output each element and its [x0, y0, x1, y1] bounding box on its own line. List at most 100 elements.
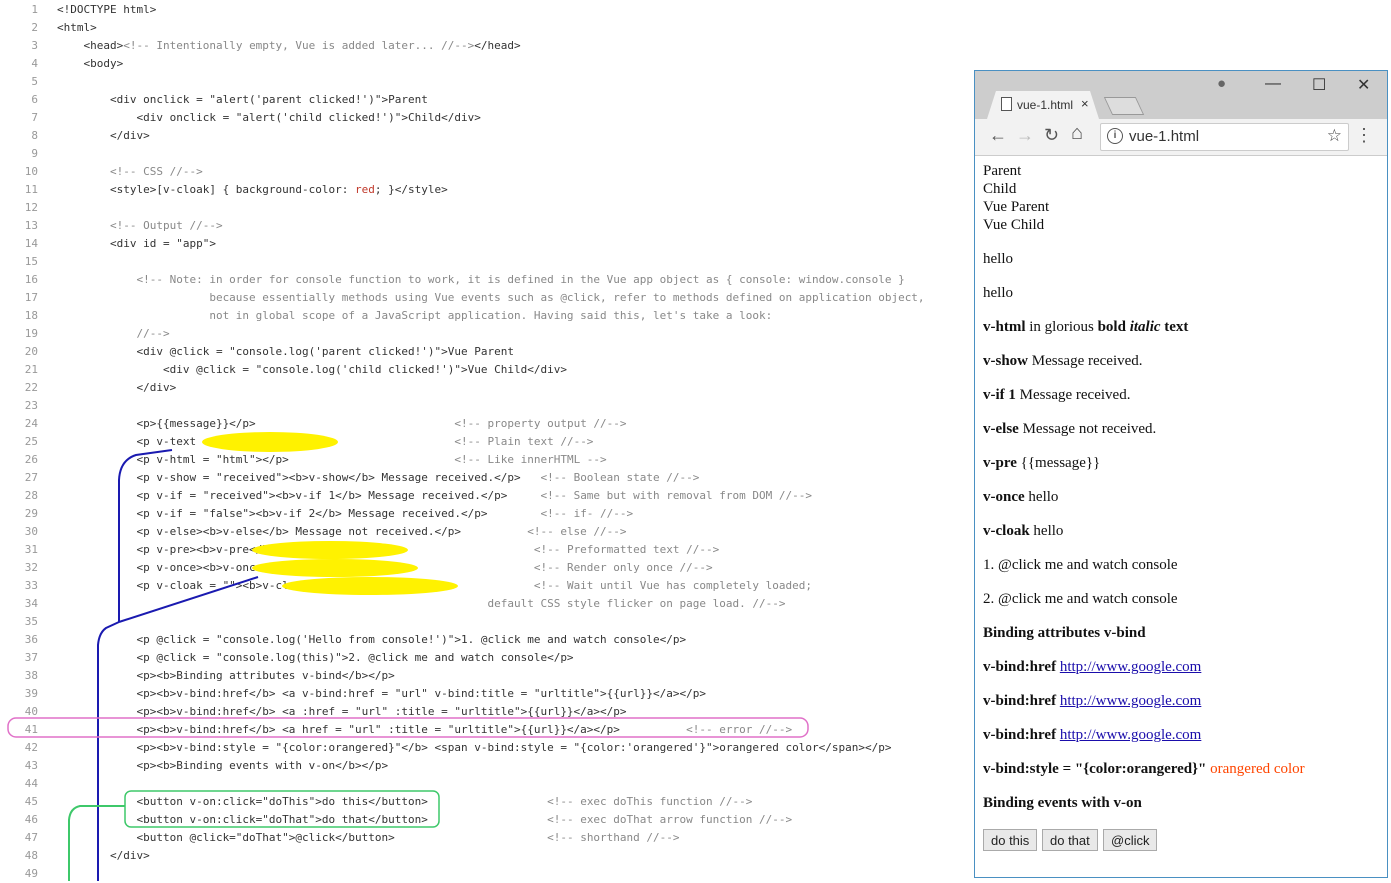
google-link[interactable]: http://www.google.com	[1060, 727, 1202, 743]
line-number: 47	[24, 831, 38, 844]
line-number: 28	[24, 489, 38, 502]
code-text: <!-- Output //-->	[57, 217, 223, 235]
code-segment: <button @click="doThat">@click</button>	[57, 831, 548, 844]
code-segment: <p @click = "console.log('Hello from con…	[57, 633, 687, 646]
v-pre-output: v-pre {{message}}	[983, 455, 1100, 472]
code-segment: <div @click = "console.log('parent click…	[57, 345, 514, 358]
new-tab-button[interactable]	[1103, 97, 1145, 115]
code-segment: <p><b>Binding events with v-on</b></p>	[57, 759, 389, 772]
code-text: <div onclick = "alert('parent clicked!')…	[57, 91, 428, 109]
page-icon	[1001, 97, 1012, 111]
bind-style-row: v-bind:style = "{color:orangered}" orang…	[983, 761, 1305, 778]
code-segment: <p><b>Binding attributes v-bind</b></p>	[57, 669, 395, 682]
forward-icon[interactable]: →	[1016, 125, 1034, 146]
code-comment: <!-- Render only once //-->	[533, 561, 713, 574]
code-segment: <button v-on:click="doThis">do this</but…	[57, 795, 548, 808]
code-comment: <!-- else //-->	[527, 525, 627, 538]
click-button[interactable]: @click	[1103, 829, 1158, 851]
line-number: 39	[24, 687, 38, 700]
code-comment: <!-- if- //-->	[540, 507, 634, 520]
google-link[interactable]: http://www.google.com	[1060, 693, 1202, 709]
code-segment: <div onclick = "alert('parent clicked!')…	[57, 93, 428, 106]
code-text: <p><b>v-bind:href</b> <a v-bind:href = "…	[57, 685, 706, 703]
tab-close-icon[interactable]: ×	[1081, 96, 1089, 111]
v-html-text-bold: text	[1164, 319, 1189, 335]
code-comment: <!-- exec doThat arrow function //-->	[547, 813, 793, 826]
code-comment: <!-- exec doThis function //-->	[547, 795, 753, 808]
code-segment: <body>	[57, 57, 124, 70]
code-text: <p v-html = "html"></p> <!-- Like innerH…	[57, 451, 606, 469]
v-show-label: v-show	[983, 353, 1029, 369]
code-segment: </div>	[57, 849, 150, 862]
v-once-text: hello	[1024, 489, 1059, 505]
line-number: 32	[24, 561, 38, 574]
parent-div[interactable]: Parent	[983, 163, 1021, 180]
do-this-button[interactable]: do this	[983, 829, 1038, 851]
google-link[interactable]: http://www.google.com	[1060, 659, 1202, 675]
code-comment: <!-- Wait until Vue has completely loade…	[533, 579, 812, 592]
code-segment: <html>	[57, 21, 97, 34]
child-div[interactable]: Child	[983, 181, 1016, 198]
code-comment: <!-- property output //-->	[454, 417, 627, 430]
profile-icon[interactable]: ●	[1217, 75, 1226, 92]
v-else-text: Message not received.	[1018, 421, 1157, 437]
line-number: 26	[24, 453, 38, 466]
vue-parent-div[interactable]: Vue Parent	[983, 199, 1049, 216]
line-number: 29	[24, 507, 38, 520]
v-html-output: v-html in glorious bold italic text	[983, 319, 1188, 336]
code-segment: <!DOCTYPE html>	[57, 3, 157, 16]
title-bar: vue-1.html × ● — ☐ ✕	[975, 71, 1387, 119]
line-number: 16	[24, 273, 38, 286]
line-number: 41	[24, 723, 38, 736]
code-segment: <div onclick = "alert('child clicked!')"…	[57, 111, 481, 124]
v-show-text: Message received.	[1028, 353, 1143, 369]
home-icon[interactable]: ⌂	[1071, 122, 1083, 145]
back-icon[interactable]: ←	[989, 125, 1007, 146]
code-segment: red	[355, 183, 375, 196]
browser-tab[interactable]: vue-1.html ×	[987, 91, 1099, 119]
menu-icon[interactable]: ⋮	[1355, 125, 1373, 146]
tab-title: vue-1.html	[1017, 98, 1074, 112]
code-comment: <!-- Preformatted text //-->	[533, 543, 720, 556]
code-segment: <p v-else><b>v-else</b> Message not rece…	[57, 525, 528, 538]
line-number: 24	[24, 417, 38, 430]
v-show-output: v-show Message received.	[983, 353, 1143, 370]
line-number: 21	[24, 363, 38, 376]
bind-label: v-bind:href	[983, 693, 1057, 709]
line-number: 36	[24, 633, 38, 646]
code-segment: <div @click = "console.log('child clicke…	[57, 363, 567, 376]
code-segment: <p v-once><b>v-once</b> {{message}}</p>	[57, 561, 534, 574]
v-html-italic: italic	[1129, 319, 1161, 335]
line-number: 20	[24, 345, 38, 358]
v-cloak-text: hello	[1029, 523, 1064, 539]
code-text: <button @click="doThat">@click</button> …	[57, 829, 680, 847]
vue-child-div[interactable]: Vue Child	[983, 217, 1044, 234]
reload-icon[interactable]: ↻	[1044, 125, 1059, 146]
code-text: <p v-once><b>v-once</b> {{message}}</p> …	[57, 559, 713, 577]
code-segment: <p v-html = "html"></p>	[57, 453, 455, 466]
code-text: <p><b>Binding attributes v-bind</b></p>	[57, 667, 395, 685]
code-segment: <p v-if = "false"><b>v-if 2</b> Message …	[57, 507, 541, 520]
code-text: <html>	[57, 19, 97, 37]
info-icon[interactable]: i	[1107, 128, 1123, 144]
address-bar[interactable]: i vue-1.html ☆	[1100, 123, 1349, 151]
maximize-icon[interactable]: ☐	[1312, 75, 1326, 95]
line-number: 15	[24, 255, 38, 268]
close-icon[interactable]: ✕	[1357, 75, 1370, 95]
line-number: 2	[31, 21, 38, 34]
bind-row: v-bind:href http://www.google.com	[983, 727, 1201, 744]
code-segment: <p><b>v-bind:style = "{color:orangered}"…	[57, 741, 892, 754]
do-that-button[interactable]: do that	[1042, 829, 1098, 851]
code-segment: <p v-text = "message"></p>	[57, 435, 455, 448]
bind-style-label: v-bind:style = "{color:orangered}"	[983, 761, 1207, 777]
v-once-output: v-once hello	[983, 489, 1058, 506]
line-number: 35	[24, 615, 38, 628]
click-me-1[interactable]: 1. @click me and watch console	[983, 557, 1178, 574]
bookmark-star-icon[interactable]: ☆	[1327, 126, 1342, 146]
code-text: default CSS style flicker on page load. …	[57, 595, 785, 613]
code-text: <p v-pre><b>v-pre</b> {{message}}</p> <!…	[57, 541, 719, 559]
click-me-2[interactable]: 2. @click me and watch console	[983, 591, 1178, 608]
line-number: 4	[31, 57, 38, 70]
code-comment: <!-- shorthand //-->	[547, 831, 680, 844]
minimize-icon[interactable]: —	[1265, 75, 1281, 93]
